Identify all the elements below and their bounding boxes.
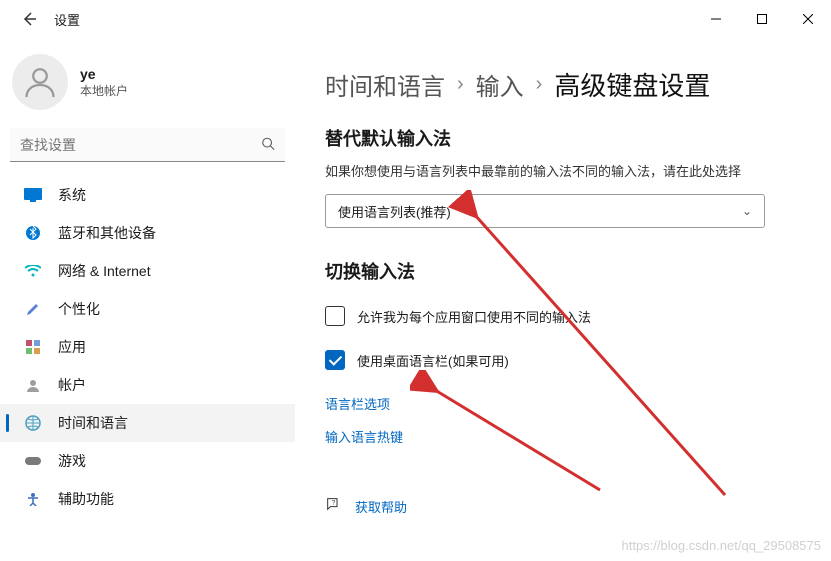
bluetooth-icon — [24, 224, 42, 242]
sidebar-item-apps[interactable]: 应用 — [0, 328, 295, 366]
breadcrumb-current: 高级键盘设置 — [554, 66, 710, 103]
sidebar-item-accounts[interactable]: 帐户 — [0, 366, 295, 404]
breadcrumb-input[interactable]: 输入 — [476, 67, 524, 102]
window-title: 设置 — [54, 10, 80, 29]
desktop-bar-label: 使用桌面语言栏(如果可用) — [357, 351, 509, 370]
breadcrumb-time-language[interactable]: 时间和语言 — [325, 67, 445, 102]
sidebar-item-label: 个性化 — [58, 299, 100, 319]
sidebar-item-label: 系统 — [58, 185, 86, 205]
window-controls — [693, 3, 831, 35]
profile-info: ye 本地帐户 — [80, 66, 128, 99]
default-ime-dropdown[interactable]: 使用语言列表(推荐) ⌄ — [325, 194, 765, 228]
maximize-button[interactable] — [739, 3, 785, 35]
override-title: 替代默认输入法 — [325, 125, 791, 151]
profile-name: ye — [80, 66, 128, 82]
profile-subtitle: 本地帐户 — [80, 82, 128, 99]
allow-per-app-label: 允许我为每个应用窗口使用不同的输入法 — [357, 307, 591, 326]
minimize-button[interactable] — [693, 3, 739, 35]
language-bar-options-link[interactable]: 语言栏选项 — [325, 394, 791, 413]
sidebar-item-label: 网络 & Internet — [58, 261, 151, 281]
sidebar-item-bluetooth[interactable]: 蓝牙和其他设备 — [0, 214, 295, 252]
accessibility-icon — [24, 490, 42, 508]
main: 时间和语言 › 输入 › 高级键盘设置 替代默认输入法 如果你想使用与语言列表中… — [295, 38, 831, 561]
input-hotkeys-link[interactable]: 输入语言热键 — [325, 427, 791, 446]
sidebar-item-label: 时间和语言 — [58, 413, 128, 433]
titlebar: 设置 — [0, 0, 831, 38]
maximize-icon — [757, 14, 767, 24]
close-icon — [803, 14, 813, 24]
wifi-icon — [24, 262, 42, 280]
sidebar-item-system[interactable]: 系统 — [0, 176, 295, 214]
sidebar-item-time-language[interactable]: 时间和语言 — [0, 404, 295, 442]
arrow-left-icon — [21, 11, 37, 27]
allow-per-app-checkbox[interactable] — [325, 306, 345, 326]
back-button[interactable] — [14, 4, 44, 34]
desktop-bar-row: 使用桌面语言栏(如果可用) — [325, 350, 791, 370]
nav: 系统 蓝牙和其他设备 网络 & Internet 个性化 应用 帐户 — [0, 176, 295, 518]
sidebar-item-accessibility[interactable]: 辅助功能 — [0, 480, 295, 518]
person-icon — [22, 64, 58, 100]
search-wrap — [10, 128, 285, 162]
override-subtitle: 如果你想使用与语言列表中最靠前的输入法不同的输入法，请在此处选择 — [325, 161, 791, 180]
avatar — [12, 54, 68, 110]
desktop-bar-checkbox[interactable] — [325, 350, 345, 370]
sidebar-item-label: 蓝牙和其他设备 — [58, 223, 156, 243]
close-button[interactable] — [785, 3, 831, 35]
accounts-icon — [24, 376, 42, 394]
sidebar-item-label: 辅助功能 — [58, 489, 114, 509]
breadcrumb: 时间和语言 › 输入 › 高级键盘设置 — [325, 66, 791, 103]
profile[interactable]: ye 本地帐户 — [0, 54, 295, 128]
sidebar-item-label: 帐户 — [58, 375, 86, 395]
apps-icon — [24, 338, 42, 356]
chevron-right-icon: › — [536, 73, 543, 96]
system-icon — [24, 186, 42, 204]
globe-clock-icon — [24, 414, 42, 432]
sidebar-item-label: 应用 — [58, 337, 86, 357]
chevron-right-icon: › — [457, 73, 464, 96]
minimize-icon — [711, 14, 721, 24]
gaming-icon — [24, 452, 42, 470]
switch-title: 切换输入法 — [325, 258, 791, 284]
search-icon — [261, 137, 275, 154]
sidebar-item-label: 游戏 — [58, 451, 86, 471]
dropdown-value: 使用语言列表(推荐) — [338, 202, 451, 221]
get-help-row[interactable]: ? 获取帮助 — [325, 496, 791, 517]
brush-icon — [24, 300, 42, 318]
get-help-label: 获取帮助 — [355, 497, 407, 516]
help-icon: ? — [325, 496, 341, 517]
watermark: https://blog.csdn.net/qq_29508575 — [622, 538, 822, 553]
sidebar: ye 本地帐户 系统 蓝牙和其他设备 网络 & Internet — [0, 38, 295, 561]
search-input[interactable] — [10, 128, 285, 162]
allow-per-app-row: 允许我为每个应用窗口使用不同的输入法 — [325, 306, 791, 326]
sidebar-item-personalization[interactable]: 个性化 — [0, 290, 295, 328]
sidebar-item-gaming[interactable]: 游戏 — [0, 442, 295, 480]
chevron-down-icon: ⌄ — [742, 204, 752, 218]
svg-text:?: ? — [332, 500, 336, 507]
sidebar-item-network[interactable]: 网络 & Internet — [0, 252, 295, 290]
